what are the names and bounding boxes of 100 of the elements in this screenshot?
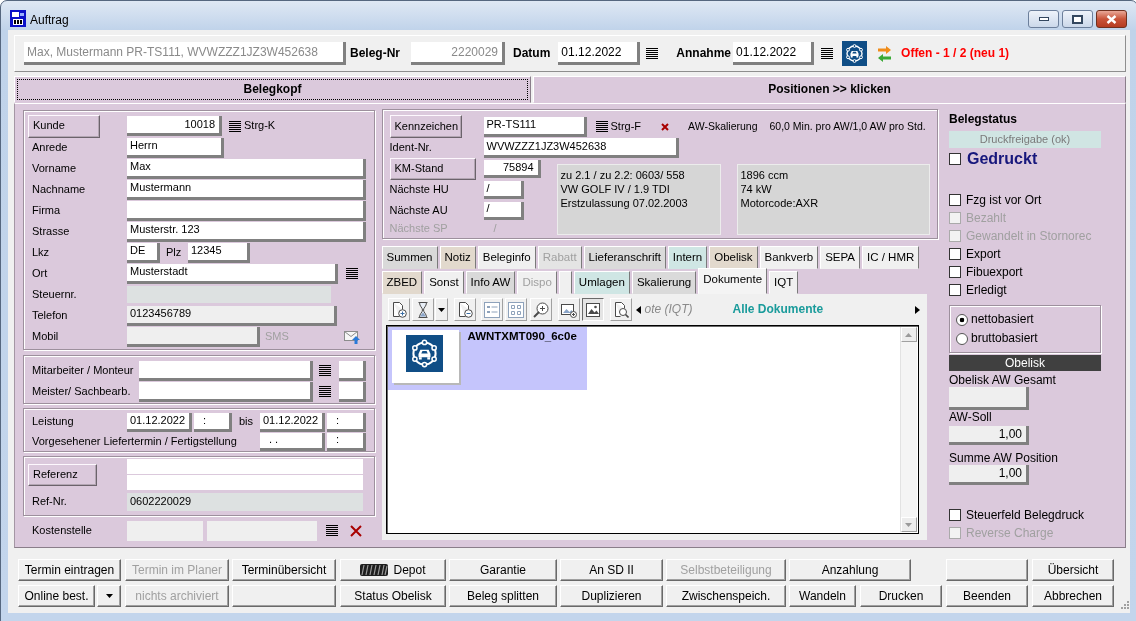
tab[interactable]: Umlagen [573,271,630,294]
cross-icon[interactable] [661,122,670,131]
input-field[interactable] [127,326,260,347]
action-button[interactable]: Status Obelisk [340,585,446,607]
input-field[interactable]: 01.12.2022 [260,412,325,432]
tab[interactable] [558,271,572,294]
list-icon[interactable] [346,268,358,279]
caret-right-icon[interactable] [914,305,920,314]
input-field[interactable]: Mustermann [127,179,366,200]
input-field[interactable]: 12345 [188,242,250,263]
action-button[interactable]: Anzahlung [789,559,911,581]
action-button[interactable]: Wandeln [789,585,856,607]
tab[interactable]: IC / HMR [862,246,920,269]
tab[interactable]: Info AW [465,271,516,294]
input-field[interactable]: PR-TS111 [483,116,587,137]
input-field[interactable]: Max [127,158,366,179]
input-field[interactable] [127,475,363,490]
checkbox[interactable] [949,153,961,165]
input-field[interactable]: : [327,432,366,451]
action-button[interactable]: Online best. [18,585,95,607]
input-field[interactable]: 01.12.2022 [558,42,641,65]
input-field[interactable] [339,360,366,381]
input-field[interactable] [339,381,366,402]
action-button[interactable]: Drucken [860,585,942,607]
tab[interactable]: Lieferanschrift [583,246,666,269]
checkbox[interactable] [949,284,961,296]
checkbox[interactable] [949,194,961,206]
tab[interactable]: Positionen >> klicken [533,76,1126,103]
action-button[interactable]: Depot [340,559,446,581]
action-button[interactable]: Abbrechen [1032,585,1114,607]
tab[interactable]: Bankverb [759,246,819,269]
input-field[interactable]: : [194,412,232,432]
list-icon[interactable] [319,386,331,397]
input-field[interactable]: 10018 [127,116,222,136]
checkbox[interactable] [949,266,961,278]
list-icon[interactable] [319,365,331,376]
customer-button[interactable]: Kunde [28,114,100,138]
caret-left-icon[interactable] [635,305,641,314]
close-button[interactable] [1096,10,1127,28]
input-field[interactable] [127,520,203,541]
scroll-up-button[interactable] [900,327,917,342]
blank-button[interactable] [946,559,1028,581]
checkbox[interactable] [949,248,961,260]
tab[interactable]: Sonst [424,271,464,294]
blank-button[interactable] [232,585,336,607]
action-button[interactable]: Duplizieren [560,585,663,607]
maximize-button[interactable] [1062,10,1093,28]
input-field[interactable]: . . [260,432,325,451]
tab[interactable]: Dokumente [698,268,768,294]
action-button[interactable]: Übersicht [1032,559,1114,581]
action-button[interactable]: Garantie [449,559,557,581]
input-field[interactable]: 01.12.2022 [733,42,815,65]
list-icon[interactable] [595,121,608,132]
minimize-button[interactable] [1028,10,1059,28]
input-field[interactable] [127,200,366,221]
input-field[interactable] [139,381,313,402]
input-field[interactable] [207,520,317,541]
tab[interactable]: Belegkopf [14,76,531,103]
input-field[interactable]: Herrn [127,137,224,158]
tab[interactable]: ZBED [381,271,423,294]
input-field[interactable] [127,459,363,474]
input-field[interactable]: / [483,181,524,199]
input-field[interactable] [127,286,331,303]
input-field[interactable]: 1,00 [949,426,1029,445]
input-field[interactable]: 0123456789 [127,305,337,326]
input-field[interactable]: 01.12.2022 [127,412,192,432]
mail-icon[interactable] [344,329,360,344]
list-icon[interactable] [229,120,241,132]
mileage-button[interactable]: KM-Stand [389,158,476,180]
dropdown-button[interactable] [97,585,121,607]
input-field[interactable]: DE [127,242,160,263]
scrollbar[interactable] [899,327,917,532]
action-button[interactable]: Zwischenspeich. [666,585,786,607]
resize-grip-icon[interactable] [1118,600,1129,611]
action-button[interactable]: An SD II [560,559,663,581]
input-field[interactable]: WVWZZZ1JZ3W452638 [483,138,679,158]
tab[interactable]: Skalierung [631,271,697,294]
action-button[interactable]: Beenden [946,585,1028,607]
list-icon[interactable] [821,48,834,59]
reference-button[interactable]: Referenz [28,463,97,486]
plate-button[interactable]: Kennzeichen [389,115,462,138]
tab[interactable]: SEPA [820,246,861,269]
car-logo-icon[interactable] [842,41,868,66]
input-field[interactable]: / [483,201,524,220]
action-button[interactable]: Termin eintragen [18,559,121,581]
input-field[interactable]: 1,00 [949,465,1029,485]
list-icon[interactable] [646,48,659,59]
input-field[interactable]: Musterstr. 123 [127,221,366,242]
cross-icon[interactable] [350,524,362,537]
tab[interactable]: Beleginfo [477,246,536,269]
checkbox[interactable] [949,509,961,521]
tab[interactable]: Notiz [439,246,476,269]
input-field[interactable] [139,360,313,381]
scroll-down-button[interactable] [900,517,917,532]
input-field[interactable]: 0602220029 [127,493,363,511]
dropdown-button[interactable] [434,298,448,321]
radio-button[interactable] [956,313,968,326]
input-field[interactable]: Musterstadt [127,263,338,284]
input-field[interactable]: 75894 [483,160,541,178]
document-item[interactable]: AWNTXMT090_6c0e [387,327,587,390]
